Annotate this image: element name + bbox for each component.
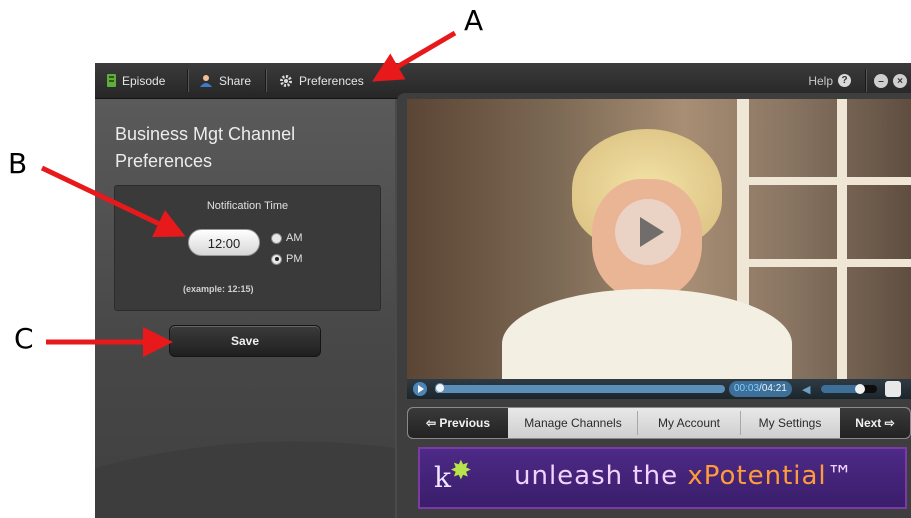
close-icon[interactable]: × [893,74,907,88]
gear-icon [280,74,292,87]
notification-time-input[interactable]: 12:00 [188,229,260,256]
next-label: Next [855,416,882,430]
preferences-panel: Business Mgt Channel Preferences Notific… [95,99,395,518]
volume-icon[interactable]: ◀ [802,383,810,396]
previous-label: Previous [439,416,491,430]
tab-preferences[interactable]: Preferences [279,63,364,98]
channel-nav-bar: ⇦ Previous Manage Channels My Account My… [407,407,911,439]
banner-logo-letter: k [434,461,451,494]
slogan-pre: unleash the [514,461,688,491]
my-settings-button[interactable]: My Settings [742,408,838,438]
video-play-overlay-icon[interactable] [615,199,681,265]
next-button[interactable]: Next ⇨ [840,408,910,438]
tab-episode-label: Episode [122,73,166,88]
xpotential-banner[interactable]: k ✸ unleash the xPotential™ [418,447,907,509]
am-radio-option[interactable]: AM [271,232,303,244]
time-example-hint: (example: 12:15) [183,284,254,294]
tab-share[interactable]: Share [199,63,251,98]
minimize-icon[interactable]: – [874,74,888,88]
volume-knob[interactable] [855,384,866,394]
manage-channels-button[interactable]: Manage Channels [510,408,636,438]
notification-time-label: Notification Time [206,200,289,212]
notification-time-box: Notification Time 12:00 AM PM (example: … [114,185,381,311]
banner-burst-icon: ✸ [450,455,472,485]
panel-wave-decoration [95,441,395,518]
video-frame[interactable] [407,99,911,379]
slogan-x: x [687,461,704,491]
arrow-right-icon: ⇨ [884,416,895,430]
save-button[interactable]: Save [169,325,321,357]
play-icon[interactable] [413,382,427,396]
annotation-label-c: C [14,322,34,355]
progress-knob[interactable] [435,383,445,393]
episode-icon [107,74,116,87]
my-account-button[interactable]: My Account [639,408,739,438]
progress-bar[interactable] [435,383,725,393]
am-radio-button[interactable] [271,232,282,244]
previous-button[interactable]: ⇦ Previous [408,408,508,438]
share-icon [200,74,212,87]
slogan-trademark: ™ [826,461,854,491]
app-window: Episode Share Preferences Help ? – × Bus… [95,63,911,518]
arrow-left-icon: ⇦ [425,416,436,430]
player-panel: 00:03/04:21 ◀ ⇦ Previous Manage Channels… [397,93,911,518]
pm-radio-option[interactable]: PM [271,253,303,265]
tab-preferences-label: Preferences [299,73,364,88]
help-question-icon: ? [838,74,851,87]
duration-time: 04:21 [761,383,787,394]
video-controls: 00:03/04:21 ◀ [407,379,911,399]
slogan-post: Potential [703,461,827,491]
banner-slogan: unleash the xPotential™ [514,461,854,491]
help-label: Help [808,73,833,88]
volume-slider[interactable] [821,384,877,394]
pm-radio-label: PM [286,253,303,265]
tab-episode[interactable]: Episode [107,63,165,98]
pm-radio-button[interactable] [271,253,282,265]
fullscreen-icon[interactable] [885,381,901,397]
time-readout: 00:03/04:21 [729,381,792,397]
am-radio-label: AM [286,232,303,244]
preferences-title: Business Mgt Channel Preferences [115,124,296,171]
current-time: 00:03 [734,383,760,394]
annotation-label-a: A [464,4,484,37]
tab-share-label: Share [219,73,252,88]
annotation-label-b: B [8,147,28,180]
